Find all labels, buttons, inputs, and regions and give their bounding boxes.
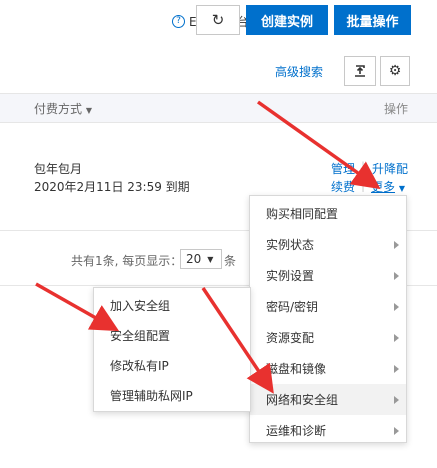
menu-item-instance-status[interactable]: 实例状态 — [250, 229, 406, 260]
expire-time: 2020年2月11日 23:59 到期 — [34, 180, 190, 194]
submenu-item-modify-private-ip[interactable]: 修改私有IP — [94, 350, 250, 380]
column-header-billing[interactable]: 付费方式 ▼ — [34, 100, 92, 117]
menu-item-resource-change[interactable]: 资源变配 — [250, 322, 406, 353]
manage-link[interactable]: 管理 — [331, 160, 355, 177]
menu-item-buy-same[interactable]: 购买相同配置 — [250, 198, 406, 229]
menu-item-disk-image[interactable]: 磁盘和镜像 — [250, 353, 406, 384]
column-header-actions: 操作 — [384, 102, 409, 116]
refresh-icon: ↻ — [211, 11, 225, 29]
network-security-submenu: 加入安全组 安全组配置 修改私有IP 管理辅助私网IP — [93, 287, 251, 412]
menu-item-password-key[interactable]: 密码/密钥 — [250, 291, 406, 322]
help-icon: ? — [172, 15, 185, 28]
submenu-item-join-security-group[interactable]: 加入安全组 — [94, 290, 250, 320]
export-button[interactable] — [344, 56, 376, 86]
export-icon — [355, 65, 365, 77]
chevron-right-icon — [394, 333, 399, 342]
chevron-right-icon — [394, 302, 399, 311]
chevron-right-icon — [394, 426, 399, 435]
action-separator: | — [361, 160, 366, 174]
caret-down-icon: ▼ — [85, 106, 92, 115]
chevron-right-icon — [394, 271, 399, 280]
advanced-search-link[interactable]: 高级搜索 — [275, 63, 323, 80]
chevron-right-icon — [394, 364, 399, 373]
menu-item-instance-settings[interactable]: 实例设置 — [250, 260, 406, 291]
caret-down-icon: ▼ — [398, 184, 405, 193]
submenu-item-security-group-config[interactable]: 安全组配置 — [94, 320, 250, 350]
billing-type: 包年包月 — [34, 162, 83, 176]
gear-icon: ⚙ — [388, 63, 402, 79]
menu-item-ops-diagnosis[interactable]: 运维和诊断 — [250, 415, 406, 446]
upgrade-link[interactable]: 升降配 — [372, 160, 408, 177]
caret-down-icon: ▼ — [207, 254, 214, 264]
pagination-summary: 共有1条, 每页显示： — [71, 254, 183, 268]
refresh-button[interactable]: ↻ — [196, 5, 240, 35]
batch-operation-button[interactable]: 批量操作 — [334, 5, 411, 35]
menu-item-network-security[interactable]: 网络和安全组 — [250, 384, 406, 415]
page-size-select[interactable]: 20 ▼ — [180, 249, 222, 269]
more-dropdown-link[interactable]: 更多 ▼ — [371, 178, 405, 195]
more-actions-menu: 购买相同配置 实例状态 实例设置 密码/密钥 资源变配 磁盘和镜像 网络和安全组… — [249, 195, 407, 443]
submenu-item-manage-secondary-ip[interactable]: 管理辅助私网IP — [94, 380, 250, 410]
chevron-right-icon — [394, 240, 399, 249]
pagination-unit: 条 — [224, 254, 237, 268]
create-instance-button[interactable]: 创建实例 — [246, 5, 328, 35]
settings-button[interactable]: ⚙ — [380, 56, 410, 86]
chevron-right-icon — [394, 395, 399, 404]
action-separator: | — [361, 178, 366, 192]
renew-link[interactable]: 续费 — [331, 178, 355, 195]
